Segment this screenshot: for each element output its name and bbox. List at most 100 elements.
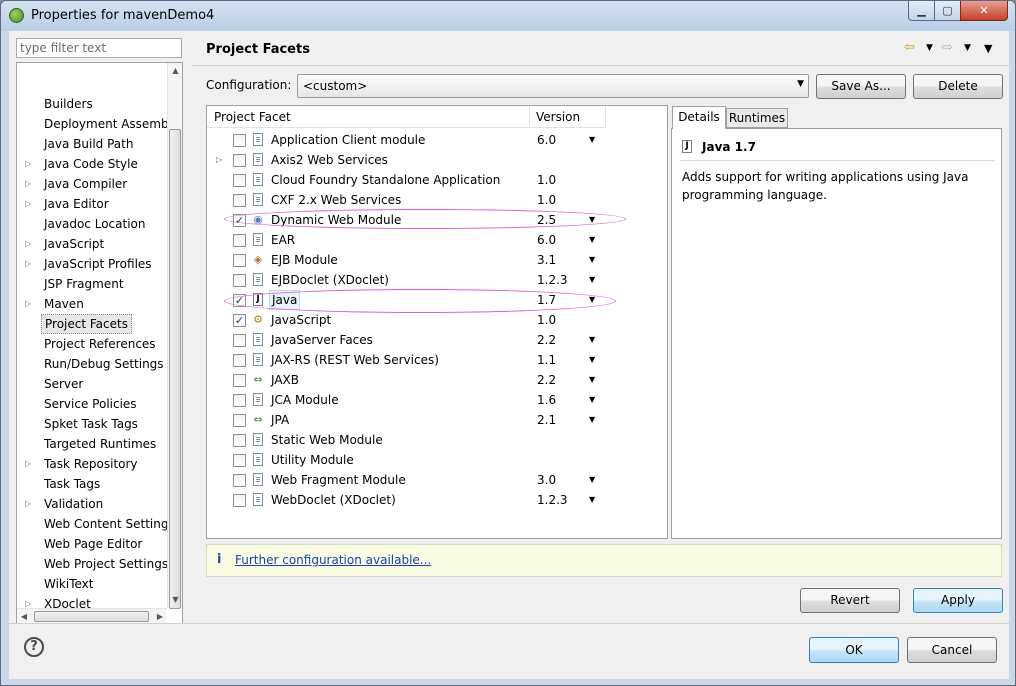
tree-horizontal-scrollbar[interactable]: ◀ ▶ [17,608,167,623]
facet-checkbox[interactable]: ✓ [233,214,246,227]
facet-version[interactable]: 3.1 [537,250,556,270]
facet-checkbox[interactable] [233,354,246,367]
tree-vertical-scroll-thumb[interactable] [169,129,181,609]
facet-row[interactable]: Static Web Module [207,430,667,450]
facet-version[interactable]: 2.1 [537,410,556,430]
expand-arrow-icon[interactable]: ▷ [25,494,35,514]
facet-version[interactable]: 1.2.3 [537,490,568,510]
version-dropdown-icon[interactable]: ▼ [589,470,595,490]
minimize-button[interactable]: ▁ [908,1,935,21]
facet-version[interactable]: 2.2 [537,370,556,390]
facet-checkbox[interactable]: ✓ [233,294,246,307]
facet-checkbox[interactable] [233,234,246,247]
filter-input[interactable] [16,38,182,58]
facet-checkbox[interactable] [233,194,246,207]
help-icon[interactable]: ? [24,637,44,657]
tree-vertical-scrollbar[interactable]: ▲ ▼ [167,63,182,609]
column-header-facet[interactable]: Project Facet [207,106,530,128]
version-dropdown-icon[interactable]: ▼ [589,290,595,310]
facet-checkbox[interactable] [233,434,246,447]
scroll-left-icon[interactable]: ◀ [17,609,31,623]
scroll-up-icon[interactable]: ▲ [168,63,182,79]
facet-row[interactable]: WebDoclet (XDoclet) 1.2.3 ▼ [207,490,667,510]
version-dropdown-icon[interactable]: ▼ [589,250,595,270]
facet-checkbox[interactable] [233,134,246,147]
facet-row[interactable]: ✓ J Java 1.7 ▼ [207,290,667,310]
version-dropdown-icon[interactable]: ▼ [589,370,595,390]
facet-checkbox[interactable] [233,274,246,287]
ok-button[interactable]: OK [809,637,899,663]
tab-details[interactable]: Details [672,106,726,129]
tree-horizontal-scroll-thumb[interactable] [34,611,149,622]
facet-version[interactable]: 1.6 [537,390,556,410]
facet-row[interactable]: JavaServer Faces 2.2 ▼ [207,330,667,350]
forward-menu-icon[interactable]: ▼ [964,43,971,53]
version-dropdown-icon[interactable]: ▼ [589,130,595,150]
version-dropdown-icon[interactable]: ▼ [589,270,595,290]
maximize-button[interactable]: ▢ [934,1,961,21]
facet-version[interactable]: 6.0 [537,130,556,150]
facet-checkbox[interactable] [233,394,246,407]
back-arrow-icon[interactable]: ⇦ [904,40,915,55]
facet-version[interactable]: 1.2.3 [537,270,568,290]
facet-version[interactable]: 6.0 [537,230,556,250]
configuration-select[interactable]: <custom> ▼ [297,74,809,98]
facet-row[interactable]: JCA Module 1.6 ▼ [207,390,667,410]
facet-row[interactable]: ◈ EJB Module 3.1 ▼ [207,250,667,270]
facet-row[interactable]: JAX-RS (REST Web Services) 1.1 ▼ [207,350,667,370]
facet-version[interactable]: 1.1 [537,350,556,370]
facet-checkbox[interactable] [233,374,246,387]
facet-checkbox[interactable] [233,174,246,187]
back-menu-icon[interactable]: ▼ [926,43,933,53]
facet-version[interactable]: 2.2 [537,330,556,350]
version-dropdown-icon[interactable]: ▼ [589,410,595,430]
facet-row[interactable]: EJBDoclet (XDoclet) 1.2.3 ▼ [207,270,667,290]
expand-arrow-icon[interactable]: ▷ [25,234,35,254]
column-header-version[interactable]: Version [530,106,606,128]
facet-checkbox[interactable] [233,494,246,507]
facet-checkbox[interactable] [233,254,246,267]
further-configuration-link[interactable]: Further configuration available... [235,553,431,567]
scroll-down-icon[interactable]: ▼ [168,592,182,608]
facet-checkbox[interactable] [233,454,246,467]
version-dropdown-icon[interactable]: ▼ [589,490,595,510]
forward-arrow-icon[interactable]: ⇨ [942,40,953,55]
facet-row[interactable]: Cloud Foundry Standalone Application 1.0 [207,170,667,190]
facet-row[interactable]: EAR 6.0 ▼ [207,230,667,250]
delete-button[interactable]: Delete [913,74,1003,99]
expand-arrow-icon[interactable]: ▷ [25,174,35,194]
expand-arrow-icon[interactable]: ▷ [216,150,222,170]
facet-checkbox[interactable] [233,334,246,347]
expand-arrow-icon[interactable]: ▷ [25,454,35,474]
version-dropdown-icon[interactable]: ▼ [589,390,595,410]
facet-row[interactable]: ⇔ JAXB 2.2 ▼ [207,370,667,390]
facet-checkbox[interactable] [233,154,246,167]
facet-checkbox[interactable]: ✓ [233,314,246,327]
expand-arrow-icon[interactable]: ▷ [25,294,35,314]
facet-row[interactable]: ▷ Axis2 Web Services [207,150,667,170]
facet-version[interactable]: 1.7 [537,290,556,310]
expand-arrow-icon[interactable]: ▷ [25,254,35,274]
expand-arrow-icon[interactable]: ▷ [25,194,35,214]
version-dropdown-icon[interactable]: ▼ [589,350,595,370]
facet-row[interactable]: Application Client module 6.0 ▼ [207,130,667,150]
tab-runtimes[interactable]: Runtimes [726,108,788,128]
version-dropdown-icon[interactable]: ▼ [589,210,595,230]
close-button[interactable]: ✕ [960,1,1008,21]
facet-row[interactable]: Web Fragment Module 3.0 ▼ [207,470,667,490]
facet-row[interactable]: ⇔ JPA 2.1 ▼ [207,410,667,430]
version-dropdown-icon[interactable]: ▼ [589,330,595,350]
version-dropdown-icon[interactable]: ▼ [589,230,595,250]
cancel-button[interactable]: Cancel [907,637,997,663]
facet-checkbox[interactable] [233,414,246,427]
save-as-button[interactable]: Save As... [816,74,906,99]
facet-row[interactable]: ✓ ◉ Dynamic Web Module 2.5 ▼ [207,210,667,230]
facet-checkbox[interactable] [233,474,246,487]
facet-row[interactable]: ✓ ⚙ JavaScript 1.0 [207,310,667,330]
title-bar[interactable]: Properties for mavenDemo4 ▁ ▢ ✕ [1,1,1015,31]
facet-version[interactable]: 3.0 [537,470,556,490]
apply-button[interactable]: Apply [913,588,1003,613]
scroll-right-icon[interactable]: ▶ [153,609,167,623]
facet-row[interactable]: CXF 2.x Web Services 1.0 [207,190,667,210]
view-menu-icon[interactable]: ▼ [984,42,992,55]
